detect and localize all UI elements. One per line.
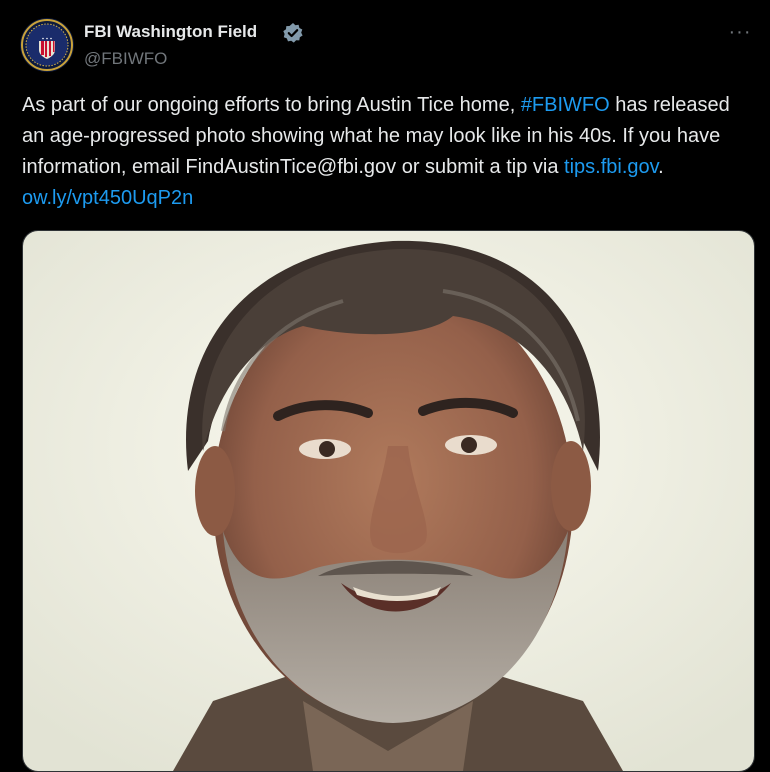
tweet: FBI Washington Field @FBIWFO ··· As part… — [0, 0, 770, 772]
age-progressed-portrait-image — [23, 231, 754, 771]
more-options-icon[interactable]: ··· — [722, 18, 758, 46]
author-name[interactable]: FBI Washington Field — [84, 22, 257, 42]
tweet-text: As part of our ongoing efforts to bring … — [22, 90, 752, 214]
tweet-text-part: As part of our ongoing efforts to bring … — [22, 94, 521, 116]
tips-link[interactable]: tips.fbi.gov — [564, 156, 658, 178]
fbi-seal-avatar[interactable] — [20, 18, 74, 72]
fbi-seal-icon — [20, 18, 74, 72]
short-url-link[interactable]: ow.ly/vpt450UqP2n — [22, 187, 193, 209]
hashtag-link[interactable]: #FBIWFO — [521, 94, 610, 116]
tweet-text-part: . — [658, 156, 664, 178]
author-handle[interactable]: @FBIWFO — [84, 49, 167, 69]
verified-badge-icon — [282, 22, 304, 44]
tweet-photo[interactable] — [22, 230, 755, 772]
